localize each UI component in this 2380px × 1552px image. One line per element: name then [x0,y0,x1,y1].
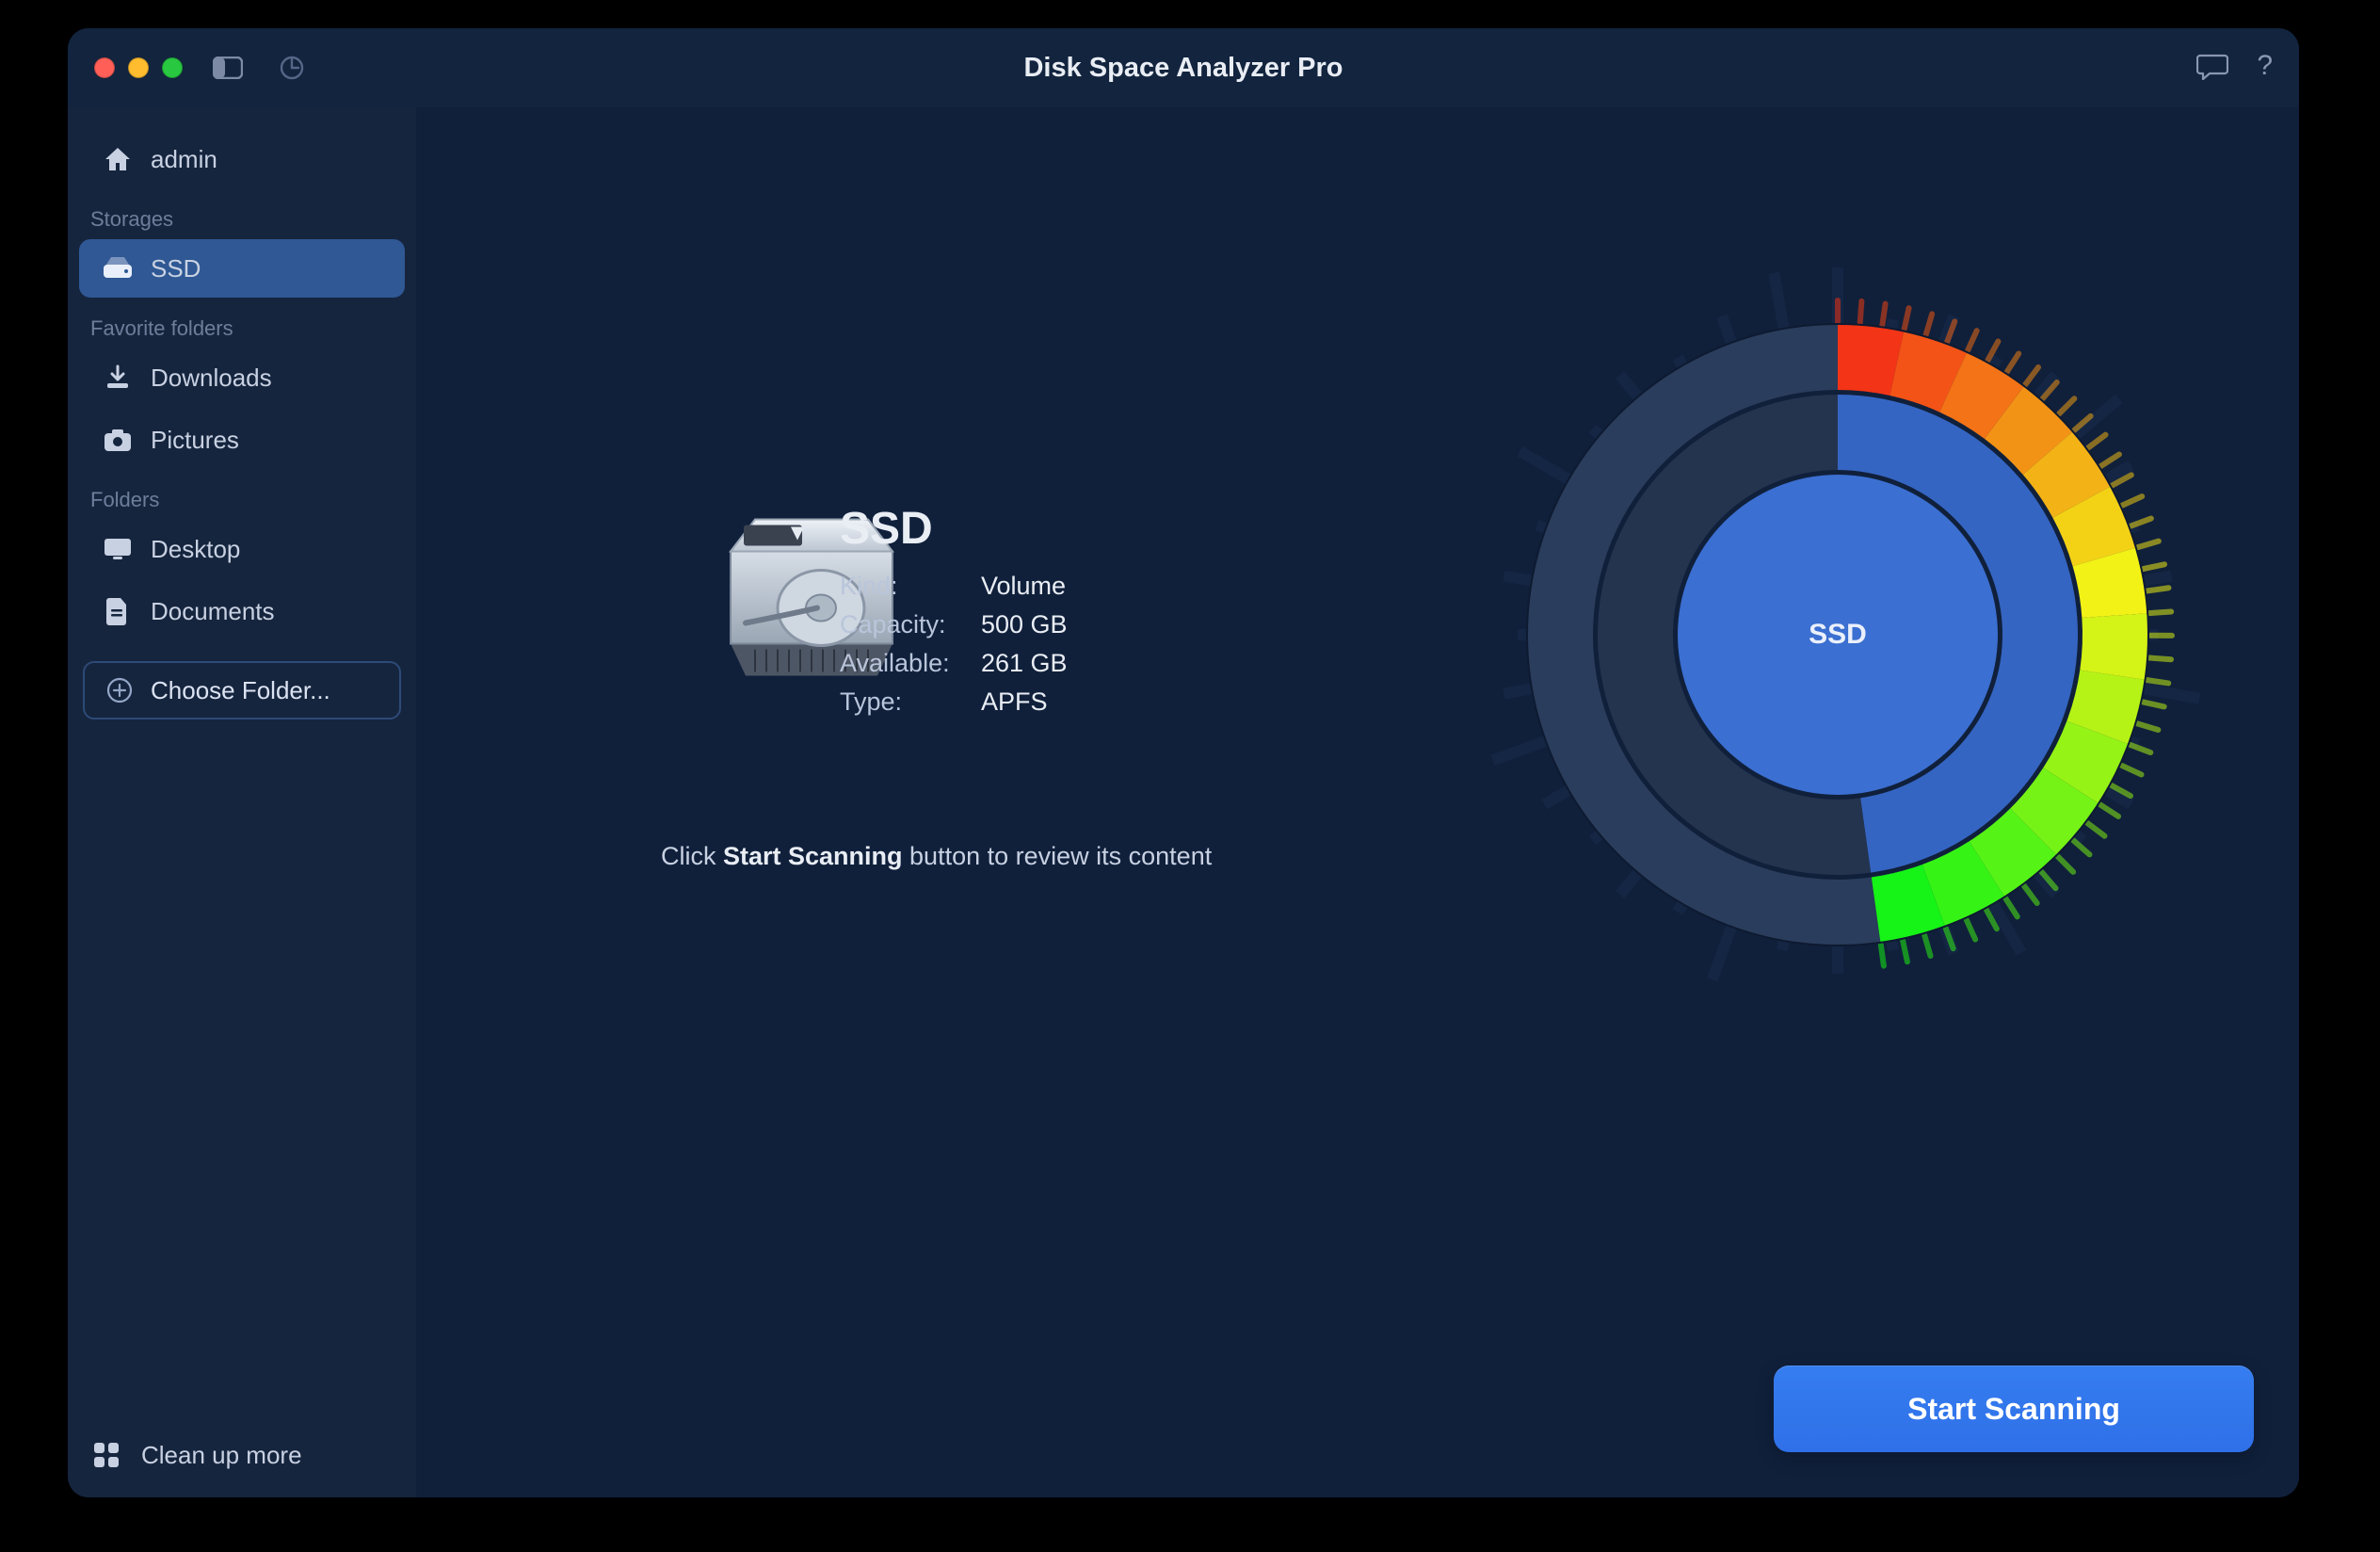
app-window: Disk Space Analyzer Pro ? admin [68,28,2299,1497]
desktop-icon [102,533,134,565]
capacity-label: Capacity: [840,610,981,639]
refresh-button[interactable] [273,49,311,87]
feedback-button[interactable] [2196,52,2228,85]
available-value: 261 GB [981,649,1132,678]
start-scanning-label: Start Scanning [1907,1392,2120,1427]
traffic-lights [94,57,183,78]
cleanup-button[interactable]: Clean up more [68,1413,416,1497]
drive-icon [102,252,134,284]
sidebar-user[interactable]: admin [79,130,405,188]
type-value: APFS [981,687,1132,717]
app-title: Disk Space Analyzer Pro [68,53,2299,84]
available-label: Available: [840,649,981,678]
sidebar-section-storages: Storages [68,190,416,237]
sidebar-item-downloads[interactable]: Downloads [79,348,405,407]
minimize-light[interactable] [128,57,149,78]
sidebar: admin Storages SSD Favorite folders Down… [68,107,416,1497]
sidebar-item-label: Desktop [151,535,240,564]
sidebar-item-label: SSD [151,254,201,283]
volume-name: SSD [840,503,1132,555]
sidebar-item-label: Pictures [151,426,239,455]
kind-label: Kind: [840,572,981,601]
sidebar-user-label: admin [151,145,217,174]
close-light[interactable] [94,57,115,78]
toggle-sidebar-button[interactable] [209,49,247,87]
speech-bubble-icon [2196,52,2228,80]
choose-folder-label: Choose Folder... [151,676,330,705]
zoom-light[interactable] [162,57,183,78]
camera-icon [102,424,134,456]
sidebar-item-ssd[interactable]: SSD [79,239,405,298]
sidebar-toggle-icon [213,57,243,79]
start-scanning-button[interactable]: Start Scanning [1774,1366,2254,1452]
sidebar-item-label: Documents [151,597,275,626]
sidebar-item-documents[interactable]: Documents [79,582,405,640]
scan-hint: Click Start Scanning button to review it… [661,842,1212,871]
download-icon [102,362,134,394]
refresh-icon [279,55,305,81]
plus-circle-icon [104,674,136,706]
sidebar-item-label: Downloads [151,364,272,393]
sunburst-chart: SSD [1433,230,2243,1040]
type-label: Type: [840,687,981,717]
capacity-value: 500 GB [981,610,1132,639]
document-icon [102,595,134,627]
cleanup-label: Clean up more [141,1441,302,1470]
sidebar-section-folders: Folders [68,471,416,518]
home-icon [102,143,134,175]
help-button[interactable]: ? [2257,52,2273,85]
kind-value: Volume [981,572,1132,601]
sidebar-item-pictures[interactable]: Pictures [79,411,405,469]
sidebar-item-desktop[interactable]: Desktop [79,520,405,578]
titlebar: Disk Space Analyzer Pro ? [68,28,2299,107]
grid-icon [90,1439,122,1471]
choose-folder-button[interactable]: Choose Folder... [83,661,401,719]
volume-info: SSD Kind: Volume Capacity: 500 GB Availa… [840,503,1132,717]
main-content: SSD Kind: Volume Capacity: 500 GB Availa… [416,107,2299,1497]
sidebar-section-favfolders: Favorite folders [68,299,416,347]
